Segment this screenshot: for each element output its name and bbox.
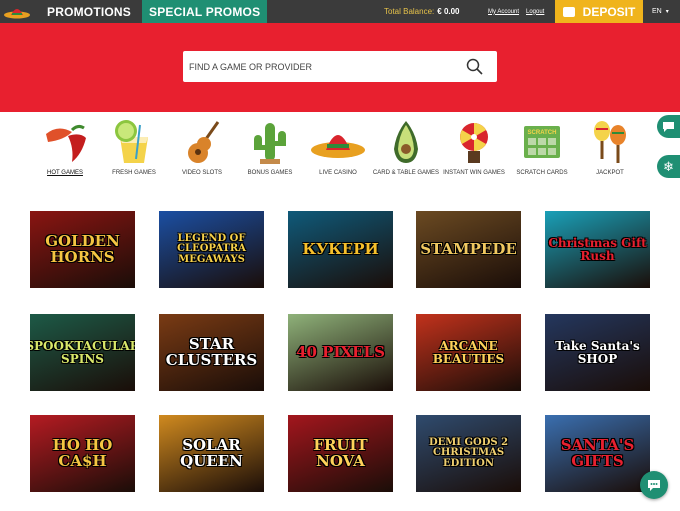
logout-link[interactable]: Logout [526,0,544,23]
snowflake-icon: ❄ [663,158,674,174]
deposit-button[interactable]: DEPOSIT [555,0,643,23]
game-tile[interactable]: HO HO CA$H [30,415,135,492]
game-title: Christmas Gift Rush [548,235,647,263]
wallet-icon [562,6,575,17]
category-jackpot[interactable]: JACKPOT [572,118,648,177]
search-icon[interactable] [466,58,483,75]
game-title: LEGEND OF CLEOPATRA MEGAWAYS [177,232,246,265]
category-label: SCRATCH CARDS [516,170,568,176]
category-label: INSTANT WIN GAMES [443,170,505,176]
game-title: STAR CLUSTERS [165,334,258,369]
hero-banner [0,23,680,112]
game-tile[interactable]: STAR CLUSTERS [159,314,264,391]
prize-wheel-icon [460,123,488,163]
game-tile[interactable]: GOLDEN HORNS [30,211,135,288]
game-title: DEMI GODS 2 CHRISTMAS EDITION [428,436,509,469]
category-label: CARD & TABLE GAMES [372,170,440,176]
game-tile[interactable]: 40 PIXELS [288,314,393,391]
sombrero-icon [4,8,30,18]
total-balance-value: € 0.00 [437,7,460,16]
live-chat-button[interactable] [640,471,668,499]
game-tile[interactable]: SOLAR QUEEN [159,415,264,492]
game-tile[interactable]: FRUIT NOVA [288,415,393,492]
category-card-table-games[interactable]: CARD & TABLE GAMES [368,118,444,177]
maracas-icon [594,121,626,163]
game-title: КУКЕРИ [302,239,379,258]
total-balance: Total Balance: € 0.00 [384,0,460,23]
game-title: SPOOKTACULAR SPINS [30,338,135,366]
game-title: 40 PIXELS [296,342,385,361]
category-video-slots[interactable]: VIDEO SLOTS [164,118,240,177]
game-tile[interactable]: SPOOKTACULAR SPINS [30,314,135,391]
category-instant-win-games[interactable]: INSTANT WIN GAMES [436,118,512,177]
game-tile[interactable]: LEGEND OF CLEOPATRA MEGAWAYS [159,211,264,288]
game-tile[interactable]: Christmas Gift Rush [545,211,650,288]
site-logo[interactable] [0,0,34,23]
cocktail-icon [115,120,148,163]
game-tile[interactable]: ARCANE BEAUTIES [416,314,521,391]
search-input[interactable] [189,61,449,72]
nav-promotions[interactable]: PROMOTIONS [34,0,139,23]
scratch-card-icon: SCRATCH [524,126,560,158]
game-title: ARCANE BEAUTIES [432,338,505,366]
category-label: HOT GAMES [47,170,83,176]
chat-bubble-icon [648,479,660,491]
game-title: HO HO CA$H [52,435,113,470]
category-hot-games[interactable]: HOT GAMES [27,118,103,177]
side-snowflake-button[interactable]: ❄ [657,155,680,178]
category-label: FRESH GAMES [112,170,156,176]
my-account-link[interactable]: My Account [488,0,519,23]
game-tile[interactable]: STAMPEDE [416,211,521,288]
nav-special-promos[interactable]: SPECIAL PROMOS [142,0,268,23]
game-tile[interactable]: Take Santa's SHOP [545,314,650,391]
side-chat-button[interactable] [657,115,680,138]
category-label: JACKPOT [596,170,624,176]
chili-pepper-icon [46,124,86,162]
category-label: BONUS GAMES [247,170,293,176]
chevron-down-icon: ▾ [665,9,669,15]
sombrero-icon [311,135,365,158]
game-title: SANTA'S GIFTS [560,435,635,470]
category-label: LIVE CASINO [319,170,357,176]
category-label: VIDEO SLOTS [181,170,222,176]
avocado-icon [394,121,418,163]
scratch-card-icon-text: SCRATCH [528,130,557,136]
game-tile[interactable]: DEMI GODS 2 CHRISTMAS EDITION [416,415,521,492]
game-tile[interactable]: КУКЕРИ [288,211,393,288]
game-title: FRUIT NOVA [313,435,368,470]
chat-bubble-icon [663,121,674,132]
search-box[interactable] [183,51,497,82]
game-tile[interactable]: SANTA'S GIFTS [545,415,650,492]
deposit-label: DEPOSIT [582,4,636,19]
category-nav: HOT GAMES FRESH GAMES VIDEO SLOTS BONUS … [30,118,650,188]
category-scratch-cards[interactable]: SCRATCH SCRATCH CARDS [504,118,580,177]
category-live-casino[interactable]: LIVE CASINO [300,118,376,177]
total-balance-label: Total Balance: [384,7,435,16]
game-title: STAMPEDE [420,239,517,258]
language-label: EN [652,8,662,15]
game-title: SOLAR QUEEN [180,435,243,470]
game-title: Take Santa's SHOP [555,338,640,366]
language-selector[interactable]: EN ▾ [652,0,669,23]
cactus-icon [254,123,286,164]
guitar-icon [188,121,220,163]
category-fresh-games[interactable]: FRESH GAMES [96,118,172,177]
category-bonus-games[interactable]: BONUS GAMES [232,118,308,177]
game-title: GOLDEN HORNS [45,231,120,266]
